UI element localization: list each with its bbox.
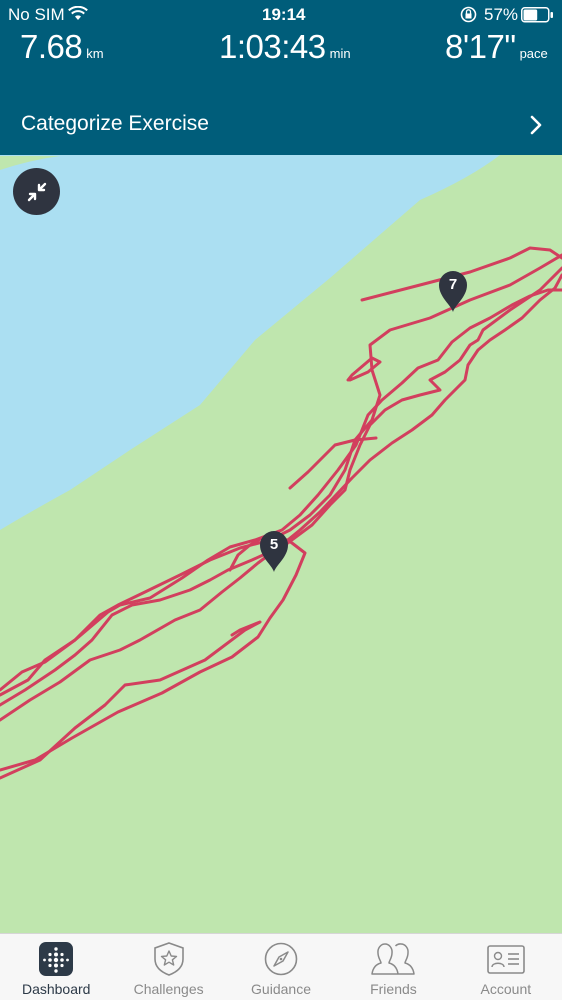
rotation-lock-icon <box>460 6 477 23</box>
chevron-right-icon <box>530 115 542 135</box>
pace-unit: pace <box>519 46 548 61</box>
tab-account[interactable]: Account <box>450 934 562 1000</box>
distance-value: 7.68 <box>20 28 83 65</box>
pace-stat: 8'17" pace <box>445 28 548 66</box>
tab-guidance[interactable]: Guidance <box>225 934 337 1000</box>
tab-label: Friends <box>370 981 417 997</box>
tab-label: Challenges <box>133 981 204 997</box>
tab-label: Dashboard <box>21 981 91 997</box>
exercise-header: No SIM 19:14 57% 7.68 km 1:03:43 min 8'17"… <box>0 0 562 155</box>
km-marker-5[interactable]: 5 <box>258 529 290 573</box>
duration-stat: 1:03:43 min <box>219 28 351 66</box>
tab-challenges[interactable]: Challenges <box>112 934 224 1000</box>
tab-dashboard[interactable]: Dashboard <box>0 934 112 1000</box>
tab-friends[interactable]: Friends <box>337 934 449 1000</box>
wifi-icon <box>68 6 88 20</box>
km-marker-label: 5 <box>269 536 279 553</box>
distance-unit: km <box>86 46 104 61</box>
duration-unit: min <box>329 46 351 61</box>
distance-stat: 7.68 km <box>20 28 104 66</box>
tab-label: Guidance <box>251 981 311 997</box>
route-map[interactable]: 5 7 <box>0 155 562 933</box>
account-icon <box>487 945 525 974</box>
categorize-exercise-label: Categorize Exercise <box>21 112 209 135</box>
status-bar: No SIM 19:14 57% <box>0 0 562 30</box>
friends-icon <box>371 943 416 975</box>
guidance-icon <box>264 942 298 976</box>
collapse-map-button[interactable] <box>13 168 60 215</box>
battery-percent: 57% <box>484 5 519 24</box>
tab-label: Account <box>480 981 532 997</box>
pace-value: 8'17" <box>445 28 516 65</box>
tab-bar: Dashboard Challenges Guidance Friends Ac… <box>0 933 562 1000</box>
km-marker-7[interactable]: 7 <box>437 269 469 313</box>
carrier-label: No SIM <box>8 5 65 24</box>
duration-value: 1:03:43 <box>219 28 326 65</box>
categorize-exercise-row[interactable]: Categorize Exercise <box>0 98 562 155</box>
battery-icon <box>521 7 553 23</box>
challenges-icon <box>153 942 184 976</box>
clock: 19:14 <box>262 5 306 24</box>
km-marker-label: 7 <box>448 276 458 293</box>
collapse-arrows-icon <box>27 182 46 201</box>
dashboard-icon <box>39 942 74 976</box>
